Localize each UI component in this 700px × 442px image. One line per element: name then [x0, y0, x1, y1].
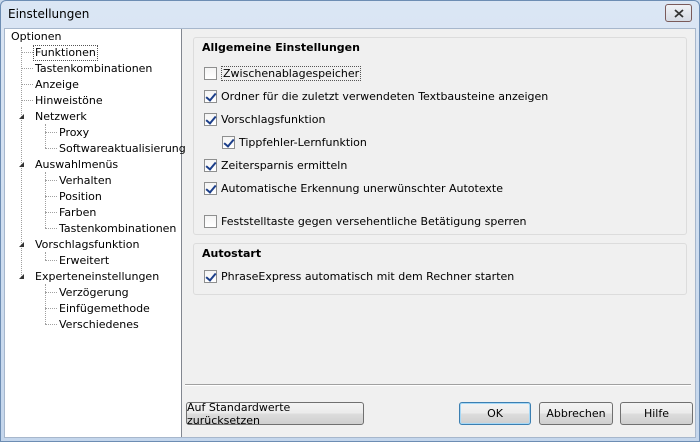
tree-line: [45, 228, 57, 229]
dialog-client-area: Optionen Funktionen Tastenkombinationen …: [4, 28, 696, 438]
option-zeitersparnis[interactable]: Zeitersparnis ermitteln: [204, 157, 347, 173]
tree-line: [45, 252, 46, 260]
tree-item-verhalten[interactable]: Verhalten: [57, 173, 114, 189]
tree-line: [45, 292, 57, 293]
tree-line: [21, 52, 33, 53]
tree-line: [45, 284, 46, 324]
tree-item-funktionen[interactable]: Funktionen: [33, 45, 98, 61]
general-settings-group: Allgemeine Einstellungen Zwischenablages…: [193, 37, 687, 235]
option-label: Vorschlagsfunktion: [221, 112, 326, 126]
tree-item-einfuegemethode[interactable]: Einfügemethode: [57, 301, 152, 317]
expand-arrow-icon[interactable]: [18, 161, 25, 168]
tree-line: [21, 84, 33, 85]
options-tree[interactable]: Optionen Funktionen Tastenkombinationen …: [5, 29, 186, 437]
close-button[interactable]: [665, 4, 692, 22]
tree-line: [45, 324, 57, 325]
option-ordner-anzeigen[interactable]: Ordner für die zuletzt verwendeten Textb…: [204, 88, 548, 104]
checkbox[interactable]: [204, 181, 217, 195]
tree-item-optionen[interactable]: Optionen: [9, 29, 63, 45]
option-label: Ordner für die zuletzt verwendeten Textb…: [221, 89, 549, 103]
expand-arrow-icon[interactable]: [18, 241, 25, 248]
checkbox[interactable]: [204, 89, 217, 103]
reset-defaults-button[interactable]: Auf Standardwerte zurücksetzen: [186, 401, 364, 427]
tree-item-verschiedenes[interactable]: Verschiedenes: [57, 317, 141, 333]
tree-item-vorschlagsfunktion[interactable]: Vorschlagsfunktion: [33, 237, 141, 253]
autostart-title: Autostart: [202, 247, 262, 260]
checkbox[interactable]: [204, 112, 217, 126]
tree-item-verzoegerung[interactable]: Verzögerung: [57, 285, 131, 301]
tree-line: [45, 180, 57, 181]
button-divider: [185, 384, 691, 386]
close-icon: [673, 8, 684, 18]
tree-item-softwareaktualisierung[interactable]: Softwareaktualisierung: [57, 141, 188, 157]
help-button[interactable]: Hilfe: [620, 402, 693, 425]
option-autostart[interactable]: PhraseExpress automatisch mit dem Rechne…: [204, 268, 514, 284]
tree-item-erweitert[interactable]: Erweitert: [57, 253, 111, 269]
option-tippfehler-lernfunktion[interactable]: Tippfehler-Lernfunktion: [222, 134, 367, 150]
tree-item-proxy[interactable]: Proxy: [57, 125, 91, 141]
tree-item-auswahlmenues[interactable]: Auswahlmenüs: [33, 157, 120, 173]
tree-item-experteneinstellungen[interactable]: Experteneinstellungen: [33, 269, 161, 285]
option-label: Feststelltaste gegen versehentliche Betä…: [221, 214, 527, 228]
tree-line: [45, 308, 57, 309]
tree-line: [45, 196, 57, 197]
tree-line: [45, 212, 57, 213]
settings-window: Einstellungen Optionen Funktionen Tasten…: [0, 0, 700, 442]
window-title: Einstellungen: [8, 7, 90, 21]
tree-item-anzeige[interactable]: Anzeige: [33, 77, 81, 93]
checkbox[interactable]: [204, 66, 217, 80]
expand-arrow-icon[interactable]: [18, 273, 25, 280]
tree-line: [45, 148, 57, 149]
option-label: PhraseExpress automatisch mit dem Rechne…: [221, 269, 515, 283]
option-vorschlagsfunktion[interactable]: Vorschlagsfunktion: [204, 111, 325, 127]
option-zwischenablagespeicher[interactable]: Zwischenablagespeicher: [204, 65, 362, 81]
general-settings-title: Allgemeine Einstellungen: [202, 41, 360, 54]
tree-item-tastenkombinationen[interactable]: Tastenkombinationen: [33, 61, 154, 77]
cancel-button[interactable]: Abbrechen: [539, 402, 613, 425]
autostart-group: Autostart PhraseExpress automatisch mit …: [193, 243, 687, 295]
tree-item-hinweistoene[interactable]: Hinweistöne: [33, 93, 105, 109]
expand-arrow-icon[interactable]: [18, 113, 25, 120]
checkbox[interactable]: [204, 158, 217, 172]
ok-button[interactable]: OK: [459, 402, 531, 425]
tree-item-farben[interactable]: Farben: [57, 205, 98, 221]
option-label: Automatische Erkennung unerwünschter Aut…: [221, 181, 504, 195]
tree-item-auswahl-tastenkombinationen[interactable]: Tastenkombinationen: [57, 221, 178, 237]
option-label: Tippfehler-Lernfunktion: [239, 135, 367, 149]
option-feststelltaste-sperren[interactable]: Feststelltaste gegen versehentliche Betä…: [204, 213, 526, 229]
title-bar[interactable]: Einstellungen: [1, 1, 699, 27]
checkbox[interactable]: [204, 214, 217, 228]
option-autotexte-erkennung[interactable]: Automatische Erkennung unerwünschter Aut…: [204, 180, 503, 196]
checkbox[interactable]: [204, 269, 217, 283]
tree-line: [45, 124, 46, 148]
tree-line: [45, 260, 57, 261]
option-label: Zwischenablagespeicher: [221, 65, 362, 81]
checkbox[interactable]: [222, 135, 235, 149]
tree-line: [21, 100, 33, 101]
tree-item-position[interactable]: Position: [57, 189, 104, 205]
option-label: Zeitersparnis ermitteln: [221, 158, 348, 172]
tree-line: [45, 132, 57, 133]
tree-line: [21, 68, 33, 69]
tree-item-netzwerk[interactable]: Netzwerk: [33, 109, 89, 125]
